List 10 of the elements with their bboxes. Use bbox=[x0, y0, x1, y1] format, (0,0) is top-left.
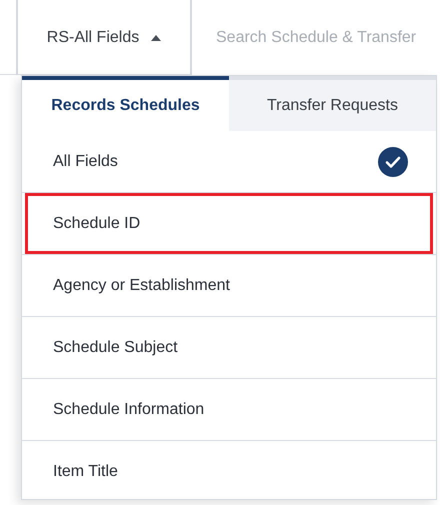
menu-tab[interactable]: Records Schedules bbox=[22, 76, 229, 131]
caret-up-icon bbox=[151, 34, 162, 40]
menu-option[interactable]: Schedule Subject bbox=[25, 317, 433, 378]
menu-option[interactable]: Item Title bbox=[25, 441, 433, 502]
menu-option[interactable]: Schedule ID bbox=[25, 193, 433, 254]
menu-option[interactable]: All Fields bbox=[25, 131, 433, 192]
menu-option[interactable]: Agency or Establishment bbox=[25, 255, 433, 316]
check-circle-icon bbox=[378, 146, 408, 176]
menu-tab[interactable]: Transfer Requests bbox=[229, 76, 436, 131]
menu-option[interactable]: Schedule Information bbox=[25, 379, 433, 440]
